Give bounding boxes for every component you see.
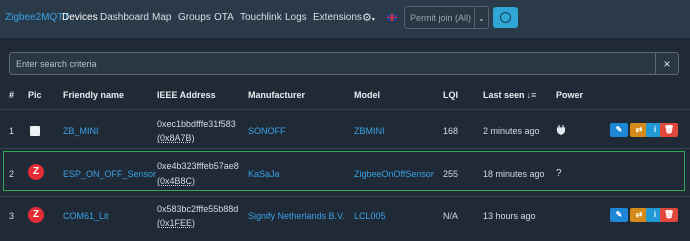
- device-name-link[interactable]: ZB_MINI: [63, 126, 99, 136]
- header-power[interactable]: Power: [556, 90, 583, 100]
- zigbee-logo-icon: Z: [28, 207, 44, 223]
- zigbee-ring-icon: [500, 12, 511, 23]
- zigbee-logo-button[interactable]: [493, 7, 518, 28]
- reconfigure-icon: ⇄: [635, 125, 643, 134]
- row-number: 3: [9, 211, 15, 221]
- delete-device-button[interactable]: 🗑: [660, 123, 678, 137]
- row-divider: [0, 196, 690, 197]
- rename-device-button[interactable]: ✎: [610, 123, 628, 137]
- header-model[interactable]: Model: [354, 90, 380, 100]
- nav-logs[interactable]: Logs: [285, 12, 307, 23]
- top-navbar: Zigbee2MQTT Devices Dashboard Map Groups…: [0, 0, 690, 38]
- trash-icon: 🗑: [663, 125, 675, 134]
- model-link[interactable]: ZBMINI: [354, 126, 385, 136]
- row-number: 2: [9, 169, 15, 179]
- device-name-link[interactable]: ESP_ON_OFF_Sensor: [63, 169, 156, 179]
- zigbee-logo-icon: Z: [28, 164, 44, 180]
- header-pic: Pic: [28, 90, 42, 100]
- search-input[interactable]: [9, 52, 656, 75]
- row-number: 1: [9, 126, 15, 136]
- header-manufacturer[interactable]: Manufacturer: [248, 90, 305, 100]
- header-lqi[interactable]: LQI: [443, 90, 458, 100]
- nav-ota[interactable]: OTA: [214, 12, 234, 23]
- nav-extensions[interactable]: Extensions: [313, 12, 362, 23]
- permit-join-button[interactable]: Permit join (All): [404, 6, 475, 29]
- info-icon: i: [653, 125, 657, 134]
- header-friendly-name[interactable]: Friendly name: [63, 90, 124, 100]
- header-divider: [0, 109, 690, 110]
- device-light-icon: [30, 126, 40, 136]
- last-seen-value: 2 minutes ago: [483, 126, 540, 136]
- edit-icon: ✎: [615, 210, 623, 219]
- header-number: #: [9, 90, 15, 100]
- model-link[interactable]: LCL005: [354, 211, 386, 221]
- last-seen-value: 18 minutes ago: [483, 169, 545, 179]
- plug-icon: [556, 125, 566, 135]
- device-name-link[interactable]: COM61_Lit: [63, 211, 109, 221]
- network-address: (0x4B8C): [157, 176, 196, 186]
- nav-map[interactable]: Map: [152, 12, 171, 23]
- delete-device-button[interactable]: 🗑: [660, 208, 678, 222]
- header-last-seen-label: Last seen: [483, 90, 525, 100]
- ieee-address: 0xec1bbdfffe31f583: [157, 119, 236, 129]
- brand-link[interactable]: Zigbee2MQTT: [5, 12, 69, 23]
- lqi-value: N/A: [443, 211, 459, 221]
- language-flag-icon[interactable]: [387, 14, 397, 21]
- nav-groups[interactable]: Groups: [178, 12, 211, 23]
- header-last-seen[interactable]: Last seen ↓≡: [483, 90, 536, 100]
- last-seen-value: 13 hours ago: [483, 211, 536, 221]
- network-address: (0x8A7B): [157, 133, 195, 143]
- power-unknown: ?: [556, 168, 562, 179]
- lqi-value: 168: [443, 126, 459, 136]
- clear-search-button[interactable]: ×: [656, 52, 679, 75]
- ieee-address: 0x583bc2fffe55b88d: [157, 204, 239, 214]
- info-icon: i: [653, 210, 657, 219]
- network-address: (0x1FEE): [157, 218, 196, 228]
- manufacturer-link[interactable]: KaSaJa: [248, 169, 280, 179]
- reconfigure-icon: ⇄: [635, 210, 643, 219]
- model-link[interactable]: ZigbeeOnOffSensor: [354, 169, 434, 179]
- nav-devices[interactable]: Devices: [62, 12, 98, 23]
- row-divider: [0, 148, 690, 149]
- nav-dashboard[interactable]: Dashboard: [100, 12, 149, 23]
- manufacturer-link[interactable]: Signify Netherlands B.V.: [248, 211, 345, 221]
- lqi-value: 255: [443, 169, 459, 179]
- header-ieee-address[interactable]: IEEE Address: [157, 90, 216, 100]
- settings-gear-icon[interactable]: ⚙▾: [362, 11, 378, 25]
- manufacturer-link[interactable]: SONOFF: [248, 126, 286, 136]
- trash-icon: 🗑: [663, 210, 675, 219]
- sort-descending-icon: ↓≡: [526, 90, 537, 100]
- rename-device-button[interactable]: ✎: [610, 208, 628, 222]
- permit-join-dropdown-toggle[interactable]: ⌄: [475, 6, 489, 29]
- nav-touchlink[interactable]: Touchlink: [240, 12, 282, 23]
- edit-icon: ✎: [615, 125, 623, 134]
- ieee-address: 0xe4b323fffeb57ae8: [157, 161, 239, 171]
